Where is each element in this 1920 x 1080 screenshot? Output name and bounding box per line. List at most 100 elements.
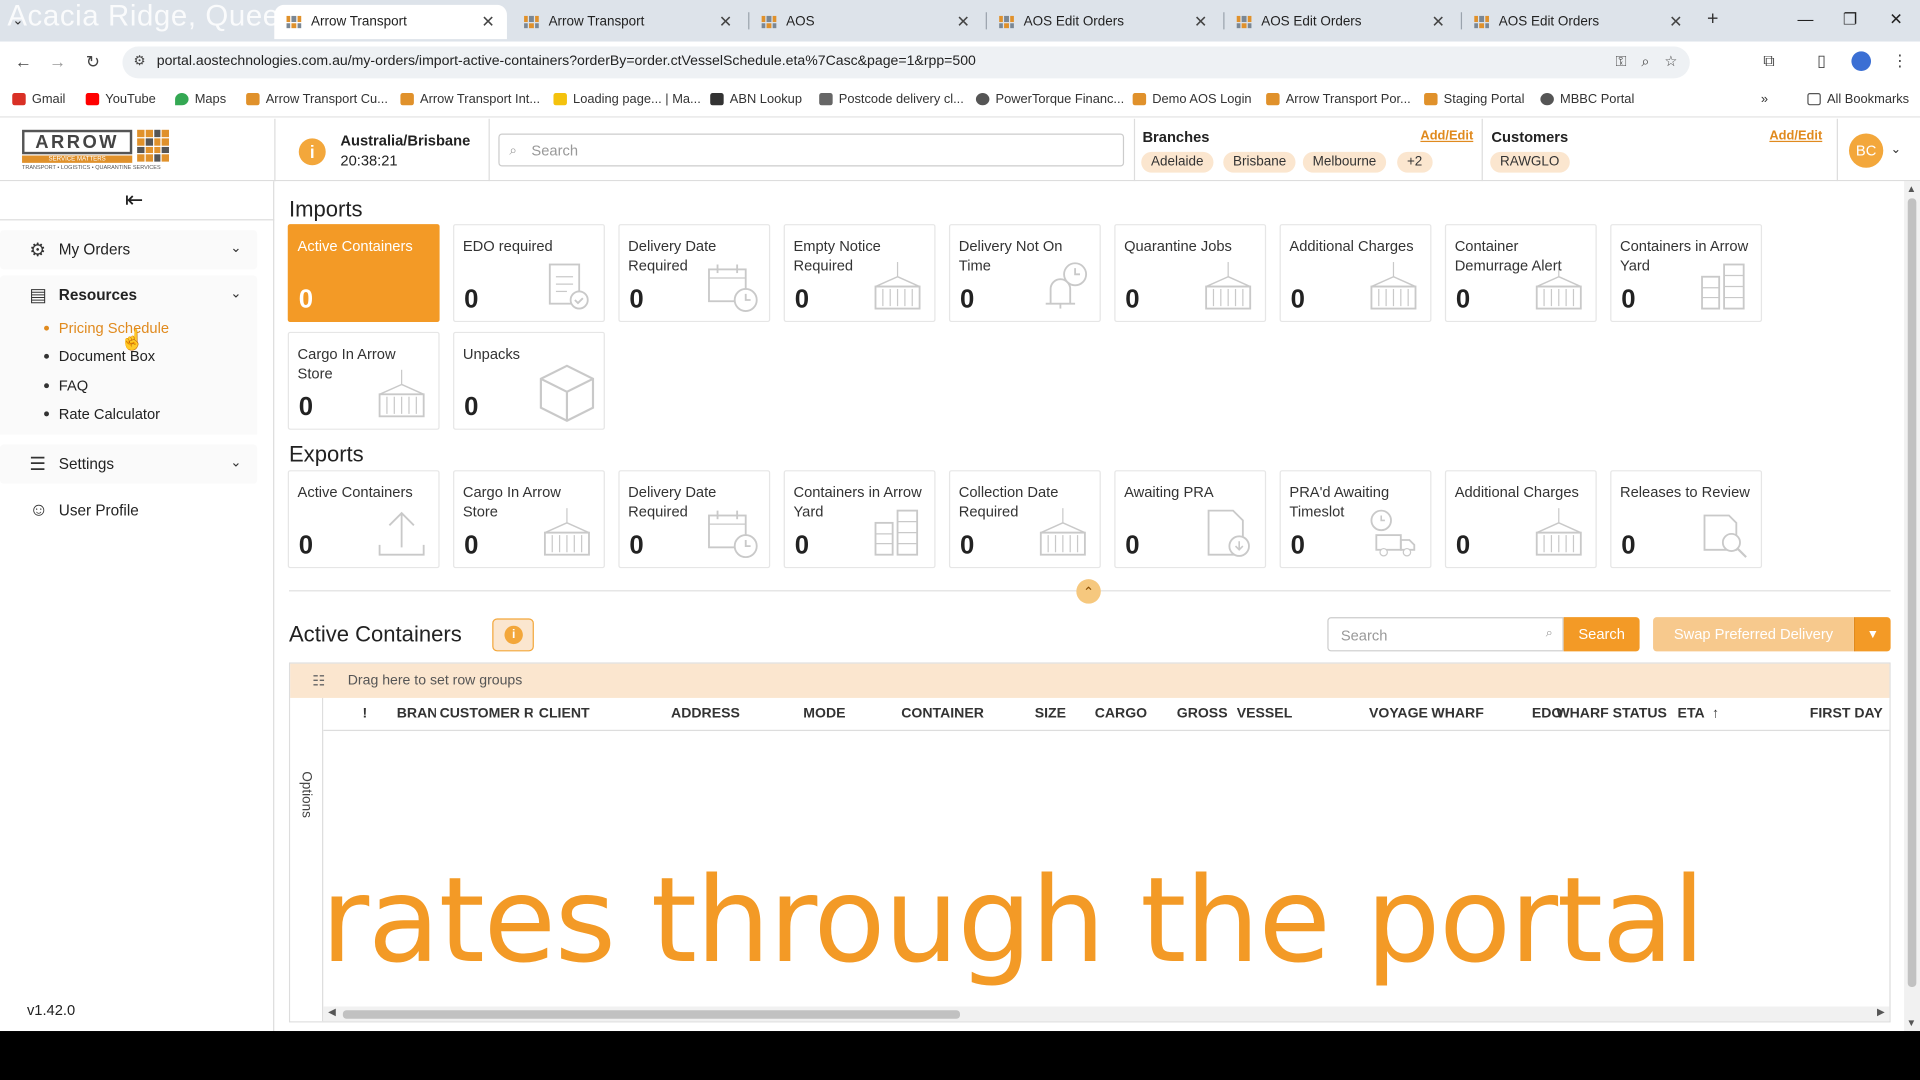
column-header-eta[interactable]: ETA [1678, 707, 1715, 722]
window-close-icon[interactable]: ✕ [1889, 10, 1902, 30]
column-header-voyage[interactable]: VOYAGE [1369, 707, 1430, 722]
branches-add-edit-link[interactable]: Add/Edit [1420, 129, 1473, 144]
column-header-first-day[interactable]: FIRST DAY [1810, 707, 1888, 722]
export-card-delivery-date-required[interactable]: Delivery Date Required 0 [618, 470, 771, 569]
extensions-icon[interactable]: ⧉ [1763, 51, 1774, 71]
export-card-awaiting-pra[interactable]: Awaiting PRA 0 [1114, 470, 1267, 569]
column-header-wharf-status[interactable]: WHARF STATUS [1556, 707, 1678, 722]
bookmark-demo-aos[interactable]: Demo AOS Login [1132, 92, 1252, 107]
info-icon[interactable]: i [298, 138, 326, 166]
arrow-logo[interactable]: ARROW SERVICE MATTERS TRANSPORT • LOGIST… [22, 129, 169, 172]
close-tab-icon[interactable]: ✕ [1669, 12, 1682, 32]
scroll-up-icon[interactable]: ▲ [1907, 184, 1917, 195]
sidebar-item-faq[interactable]: FAQ [44, 377, 88, 394]
sidebar-item-my-orders[interactable]: ⚙ My Orders ⌄ [0, 230, 258, 270]
column-header-vessel[interactable]: VESSEL [1237, 707, 1359, 722]
import-card-container-demurrage-alert[interactable]: Container Demurrage Alert 0 [1444, 224, 1597, 323]
swap-preferred-delivery-button[interactable]: Swap Preferred Delivery [1653, 617, 1854, 652]
bookmark-abn[interactable]: ABN Lookup [710, 92, 802, 107]
bookmark-star-icon[interactable]: ☆ [1664, 53, 1677, 71]
export-card-active-containers[interactable]: Active Containers 0 [287, 470, 440, 569]
import-card-containers-in-arrow-yard[interactable]: Containers in Arrow Yard 0 [1610, 224, 1763, 323]
import-card-active-containers[interactable]: Active Containers 0 [287, 224, 440, 323]
export-card-releases-to-review[interactable]: Releases to Review 0 [1610, 470, 1763, 569]
branch-chip[interactable]: Melbourne [1302, 151, 1387, 173]
collapse-dashboard-chevron-up-icon[interactable]: ⌃ [1076, 579, 1101, 604]
branch-chip[interactable]: Brisbane [1223, 151, 1297, 173]
scroll-down-icon[interactable]: ▼ [1907, 1018, 1917, 1029]
import-card-delivery-not-on-time[interactable]: Delivery Not On Time 0 [948, 224, 1101, 323]
new-tab-icon[interactable]: + [1707, 9, 1718, 31]
sort-ascending-icon[interactable]: ↑ [1712, 707, 1729, 722]
column-header-wharf[interactable]: WHARF [1431, 707, 1504, 722]
column-header-client[interactable]: CLIENT [539, 707, 637, 722]
close-tab-icon[interactable]: ✕ [719, 12, 732, 32]
close-tab-icon[interactable]: ✕ [956, 12, 969, 32]
more-bookmarks-icon[interactable]: » [1761, 92, 1768, 107]
import-card-additional-charges[interactable]: Additional Charges 0 [1279, 224, 1432, 323]
vertical-scroll-thumb[interactable] [1907, 198, 1917, 987]
export-card-prad-awaiting-timeslot[interactable]: PRA'd Awaiting Timeslot 0 [1279, 470, 1432, 569]
horizontal-scroll-thumb[interactable] [342, 1010, 961, 1019]
column-header-gross[interactable]: GROSS ( [1177, 707, 1231, 722]
bookmark-maps[interactable]: Maps [175, 92, 226, 107]
customer-chip[interactable]: RAWGLO [1490, 151, 1570, 173]
browser-tab-2[interactable]: Arrow Transport ✕ [512, 5, 745, 39]
restore-icon[interactable]: ❐ [1843, 10, 1857, 30]
reload-icon[interactable]: ↻ [86, 51, 100, 72]
column-header-size[interactable]: SIZE [1035, 707, 1084, 722]
bookmark-arrow-cu[interactable]: Arrow Transport Cu... [246, 92, 388, 107]
branch-chip[interactable]: Adelaide [1141, 151, 1214, 173]
horizontal-scrollbar[interactable]: ◀ ▶ [323, 1006, 1890, 1022]
close-tab-icon[interactable]: ✕ [1194, 12, 1207, 32]
customers-add-edit-link[interactable]: Add/Edit [1769, 129, 1822, 144]
minimize-icon[interactable]: — [1798, 10, 1814, 28]
table-search-input[interactable] [1340, 624, 1537, 647]
browser-tab-3[interactable]: AOS ✕ [749, 5, 982, 39]
bookmark-powertorque[interactable]: PowerTorque Financ... [975, 92, 1124, 107]
back-icon[interactable]: ← [15, 51, 32, 71]
browser-menu-icon[interactable]: ⋮ [1892, 51, 1908, 71]
export-card-additional-charges[interactable]: Additional Charges 0 [1444, 470, 1597, 569]
page-vertical-scrollbar[interactable]: ▲ ▼ [1904, 181, 1920, 1032]
import-card-unpacks[interactable]: Unpacks 0 [453, 331, 605, 430]
bookmark-arrow-por[interactable]: Arrow Transport Por... [1266, 92, 1411, 107]
export-card-cargo-in-arrow-store[interactable]: Cargo In Arrow Store 0 [453, 470, 605, 569]
global-search-input[interactable] [531, 139, 1107, 162]
active-containers-info-button[interactable]: i [492, 618, 534, 652]
bookmark-gmail[interactable]: Gmail [12, 92, 65, 107]
bookmark-postcode[interactable]: Postcode delivery cl... [819, 92, 964, 107]
browser-tab-5[interactable]: AOS Edit Orders ✕ [1224, 5, 1457, 39]
sidebar-item-pricing-schedule[interactable]: Pricing Schedule [44, 320, 169, 337]
sidebar-item-settings[interactable]: ☰ Settings ⌄ [0, 444, 258, 484]
forward-icon[interactable]: → [49, 51, 66, 71]
bookmark-youtube[interactable]: YouTube [85, 92, 156, 107]
bookmark-arrow-int[interactable]: Arrow Transport Int... [400, 92, 540, 107]
side-panel-icon[interactable]: ▯ [1817, 51, 1826, 71]
user-avatar[interactable]: BC [1848, 133, 1884, 168]
bookmark-loading-page[interactable]: Loading page... | Ma... [553, 92, 701, 107]
url-text[interactable]: portal.aostechnologies.com.au/my-orders/… [157, 54, 976, 69]
address-bar[interactable]: ⚙ portal.aostechnologies.com.au/my-order… [122, 46, 1690, 79]
close-tab-icon[interactable]: ✕ [481, 12, 494, 32]
browser-profile-icon[interactable] [1851, 51, 1872, 72]
import-card-delivery-date-required[interactable]: Delivery Date Required 0 [618, 224, 771, 323]
table-search-button[interactable]: Search [1563, 617, 1640, 652]
column-header-address[interactable]: ADDRESS [671, 707, 781, 722]
key-icon[interactable]: ⚿ [1616, 53, 1627, 71]
site-info-icon[interactable]: ⚙ [133, 53, 145, 69]
bookmark-staging[interactable]: Staging Portal [1424, 92, 1524, 107]
bookmark-mbbc[interactable]: MBBC Portal [1540, 92, 1634, 107]
options-side-tab[interactable]: Options [290, 697, 324, 1022]
browser-tab-4[interactable]: AOS Edit Orders ✕ [987, 5, 1220, 39]
column-header-branch[interactable]: BRAN [397, 707, 436, 722]
close-tab-icon[interactable]: ✕ [1432, 12, 1445, 32]
swap-dropdown-caret-icon[interactable]: ▼ [1853, 617, 1891, 652]
import-card-empty-notice-required[interactable]: Empty Notice Required 0 [783, 224, 936, 323]
branch-more-chip[interactable]: +2 [1397, 151, 1433, 173]
column-header-alert[interactable]: ! [362, 707, 374, 722]
all-bookmarks[interactable]: All Bookmarks [1807, 92, 1909, 107]
tab-search-chevron-icon[interactable]: ⌄ [12, 12, 23, 28]
export-card-collection-date-required[interactable]: Collection Date Required 0 [948, 470, 1101, 569]
zoom-icon[interactable]: ⌕ [1641, 53, 1649, 71]
